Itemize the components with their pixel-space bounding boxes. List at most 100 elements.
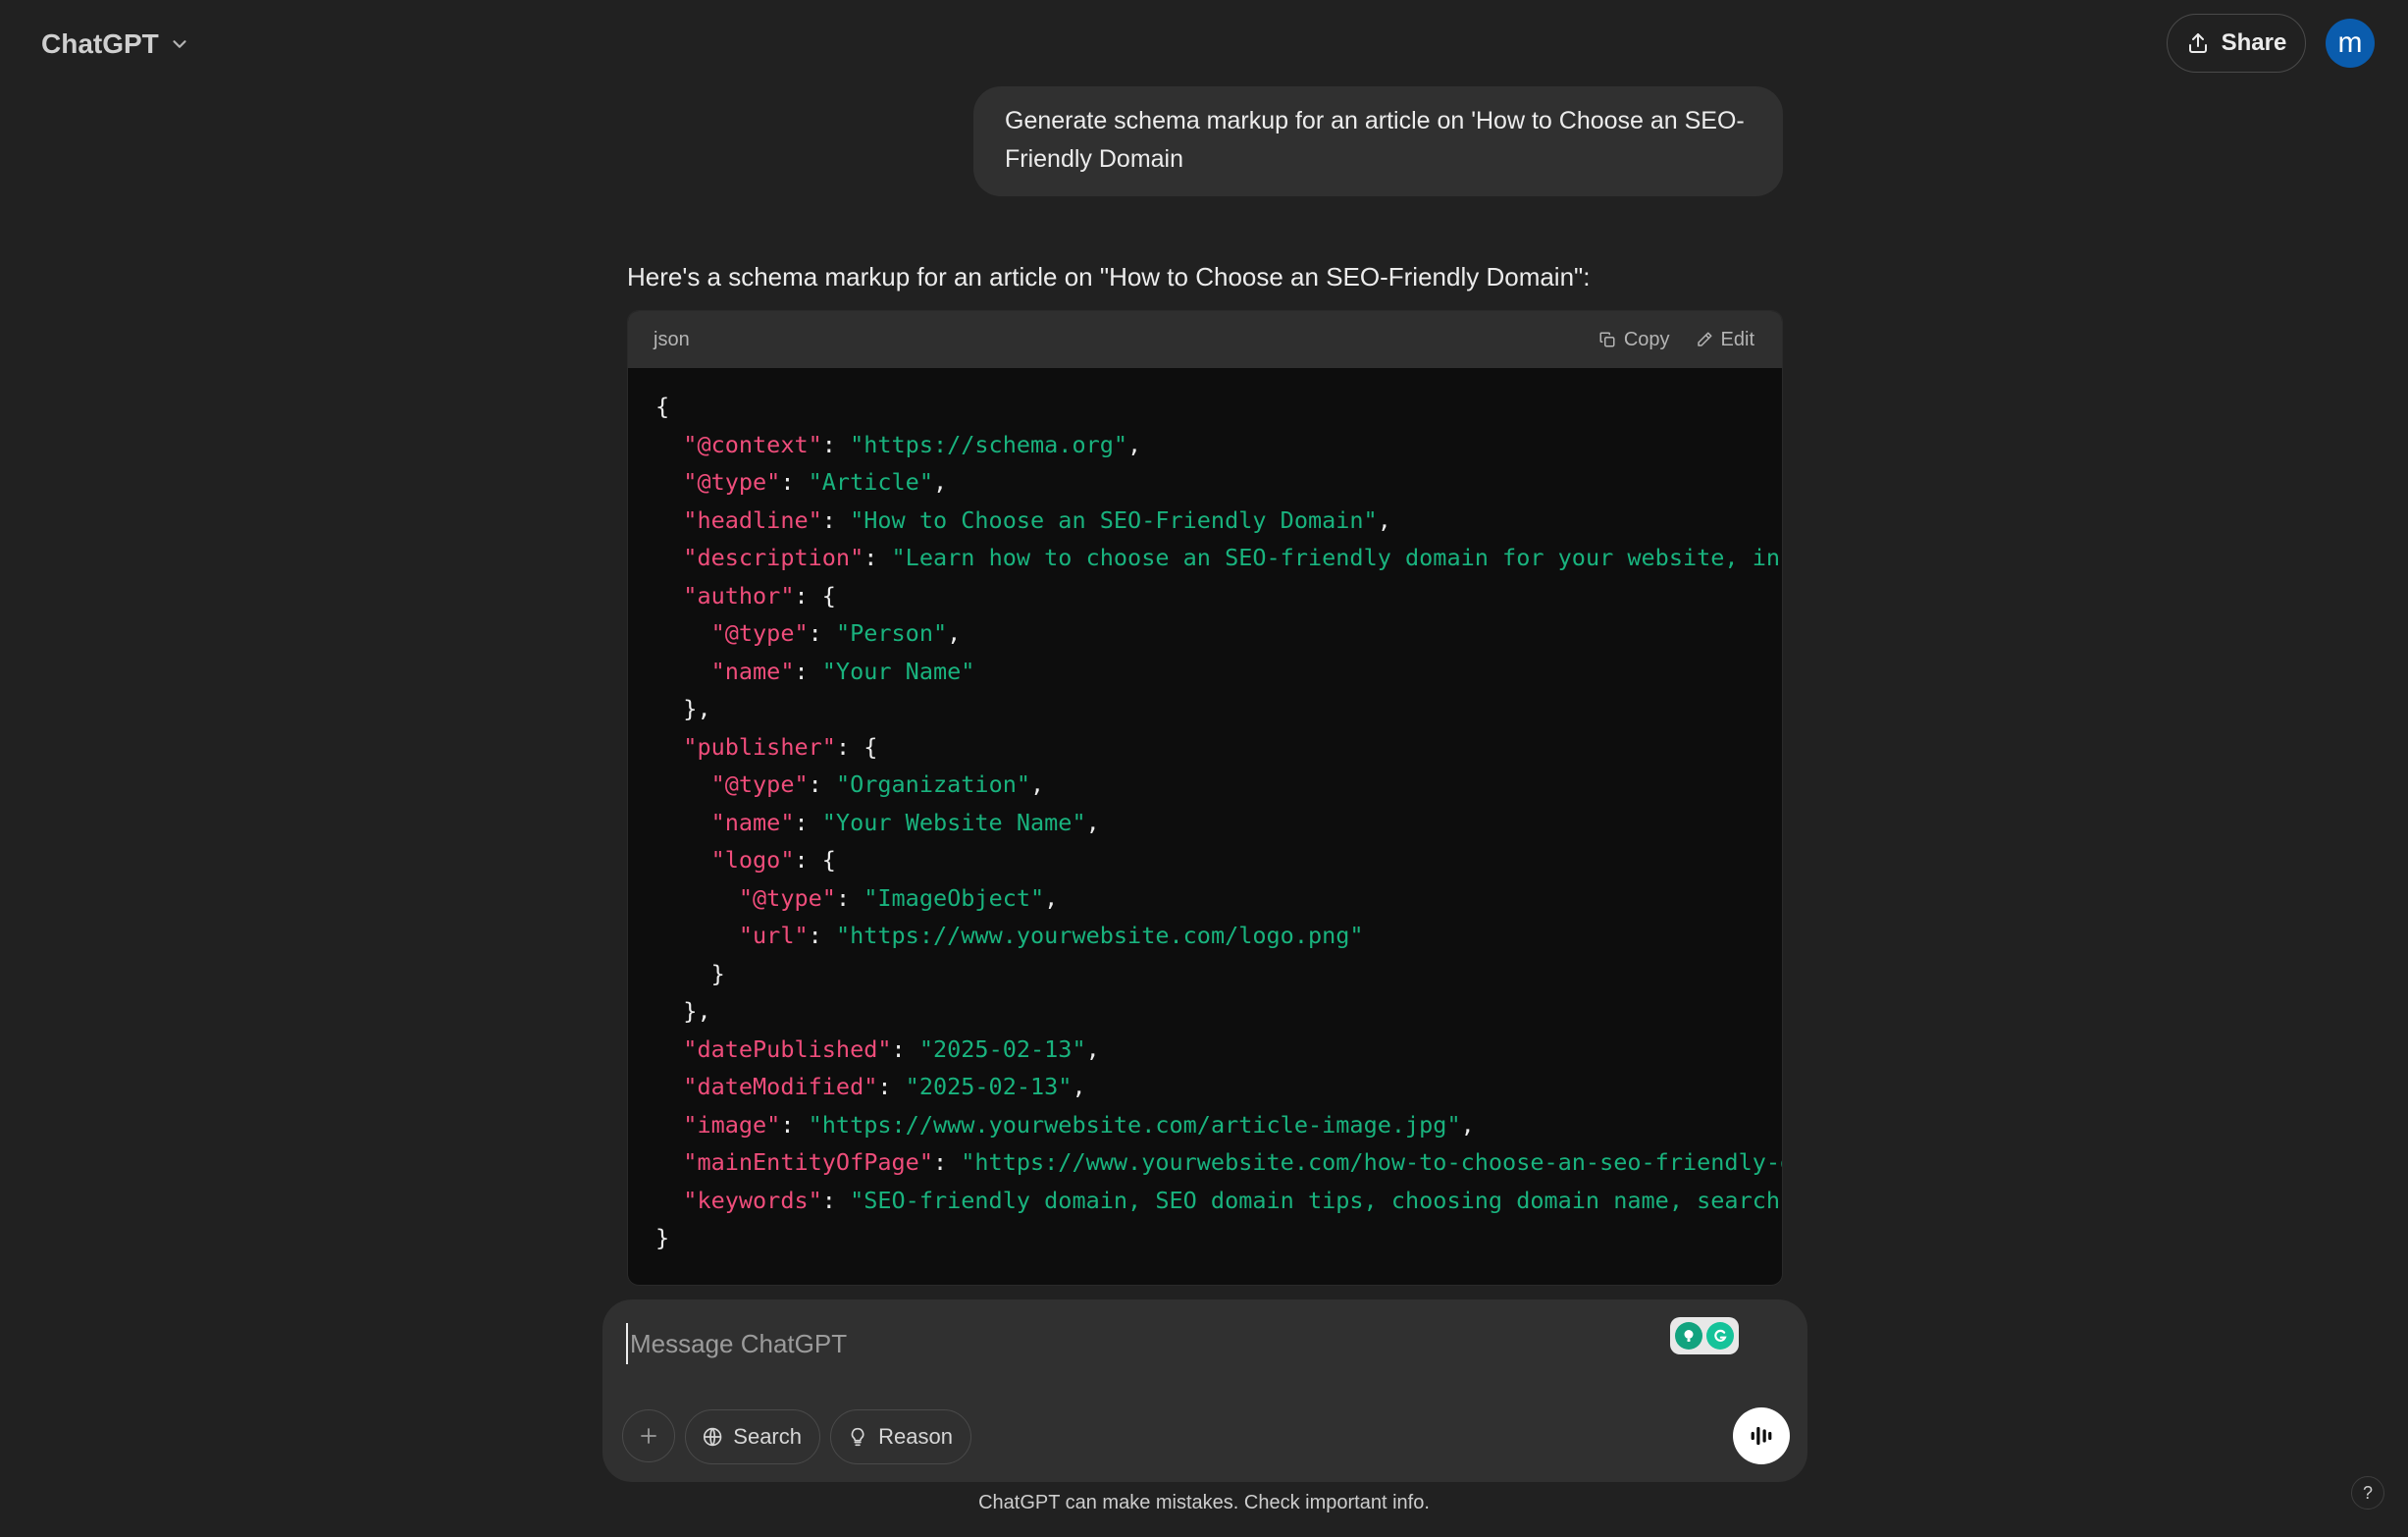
json-punctuation: , (1460, 1110, 1475, 1139)
code-content: { "@context": "https://schema.org", "@ty… (628, 368, 1782, 1257)
json-punctuation (655, 1187, 683, 1214)
code-block: json Copy Edit { "@context": "https://sc… (627, 310, 1783, 1286)
json-string: "Article" (808, 468, 933, 496)
disclaimer-text: ChatGPT can make mistakes. Check importa… (978, 1492, 1430, 1513)
json-punctuation: : (835, 883, 864, 912)
json-punctuation: , (1044, 883, 1059, 912)
json-punctuation: }, (655, 997, 711, 1025)
json-punctuation (655, 1148, 683, 1176)
code-line: "url": "https://www.yourwebsite.com/logo… (655, 917, 1782, 955)
code-line: { (655, 388, 1782, 426)
json-punctuation: : (864, 544, 892, 571)
json-string: "SEO-friendly domain, SEO domain tips, c… (850, 1186, 1782, 1214)
json-punctuation: , (1085, 808, 1100, 836)
json-punctuation (655, 619, 711, 647)
json-punctuation: : (808, 619, 836, 647)
json-string: "2025-02-13" (918, 1034, 1086, 1063)
json-key: "description" (683, 544, 864, 571)
json-punctuation: : (808, 922, 836, 949)
json-punctuation: : { (794, 846, 836, 874)
search-button[interactable]: Search (685, 1409, 820, 1464)
json-key: "publisher" (683, 732, 836, 761)
copy-icon (1599, 332, 1615, 347)
reason-label: Reason (878, 1424, 953, 1449)
json-string: "Learn how to choose an SEO-friendly dom… (891, 544, 1782, 571)
json-punctuation: } (655, 1224, 670, 1251)
share-button[interactable]: Share (2167, 14, 2306, 73)
json-punctuation: , (1377, 505, 1391, 534)
json-punctuation: : (821, 1186, 851, 1214)
globe-icon (703, 1427, 722, 1447)
json-punctuation (655, 1111, 683, 1139)
json-punctuation: { (655, 393, 670, 420)
json-punctuation: : (932, 1148, 962, 1176)
json-string: "https://schema.org" (850, 430, 1128, 458)
plus-icon (641, 1428, 656, 1444)
code-line: "description": "Learn how to choose an S… (655, 539, 1782, 577)
upload-icon (2188, 33, 2207, 53)
user-message-text: Generate schema markup for an article on… (1005, 107, 1745, 173)
top-header: ChatGPT Share m (0, 0, 2408, 88)
code-line: "@context": "https://schema.org", (655, 426, 1782, 464)
edit-label: Edit (1720, 328, 1754, 350)
json-punctuation: : (891, 1034, 919, 1063)
json-punctuation: : (808, 770, 836, 798)
json-punctuation: } (655, 959, 725, 987)
voice-mode-button[interactable] (1733, 1407, 1790, 1464)
json-punctuation: : { (835, 732, 878, 761)
copy-code-button[interactable]: Copy (1598, 329, 1670, 351)
edit-code-button[interactable]: Edit (1696, 329, 1754, 351)
code-line: "@type": "Article", (655, 463, 1782, 502)
json-string: "ImageObject" (864, 883, 1045, 912)
grammarly-widget[interactable] (1670, 1317, 1739, 1354)
model-selector[interactable]: ChatGPT (27, 20, 204, 69)
json-key: "datePublished" (683, 1034, 892, 1063)
avatar-initial: m (2337, 26, 2363, 59)
json-key: "@context" (683, 430, 822, 458)
reason-button[interactable]: Reason (830, 1409, 971, 1464)
json-punctuation: , (932, 468, 948, 496)
code-line: "datePublished": "2025-02-13", (655, 1031, 1782, 1069)
help-button[interactable]: ? (2351, 1476, 2384, 1510)
code-line: "mainEntityOfPage": "https://www.yourweb… (655, 1143, 1782, 1182)
json-string: "2025-02-13" (905, 1073, 1073, 1100)
code-line: "publisher": { (655, 728, 1782, 767)
code-line: } (655, 955, 1782, 993)
code-line: } (655, 1219, 1782, 1257)
code-line: "@type": "ImageObject", (655, 879, 1782, 918)
json-punctuation (655, 468, 683, 496)
code-line: "name": "Your Name" (655, 653, 1782, 691)
json-key: "@type" (738, 883, 836, 912)
json-punctuation (655, 582, 683, 610)
json-punctuation: , (1127, 430, 1142, 458)
code-language-label: json (654, 328, 690, 350)
json-key: "keywords" (683, 1186, 822, 1214)
code-block-header: json Copy Edit (628, 311, 1782, 368)
json-punctuation: : { (794, 581, 836, 610)
code-line: "logo": { (655, 841, 1782, 879)
json-punctuation (655, 1073, 683, 1100)
json-punctuation (655, 733, 683, 761)
json-key: "image" (683, 1110, 781, 1139)
json-string: "Your Website Name" (821, 808, 1086, 836)
json-punctuation: : (794, 657, 822, 685)
json-punctuation: , (1030, 770, 1045, 798)
json-string: "Your Name" (821, 657, 975, 685)
json-punctuation: : (877, 1073, 906, 1100)
json-punctuation (655, 506, 683, 534)
json-punctuation (655, 884, 739, 912)
chevron-down-icon (173, 40, 186, 48)
code-actions: Copy Edit (1598, 329, 1754, 351)
json-punctuation (655, 431, 683, 458)
chatgpt-app: ChatGPT Share m Generate schema markup f… (0, 0, 2408, 1537)
lightbulb-icon (851, 1427, 864, 1447)
user-avatar[interactable]: m (2326, 19, 2375, 68)
json-string: "Person" (835, 619, 948, 647)
voice-waveform-icon (1751, 1426, 1772, 1446)
message-input[interactable] (626, 1323, 1643, 1364)
json-key: "mainEntityOfPage" (683, 1148, 933, 1176)
json-key: "logo" (710, 846, 795, 874)
json-key: "url" (738, 922, 809, 949)
json-key: "headline" (683, 505, 822, 534)
attach-button[interactable] (622, 1409, 675, 1462)
